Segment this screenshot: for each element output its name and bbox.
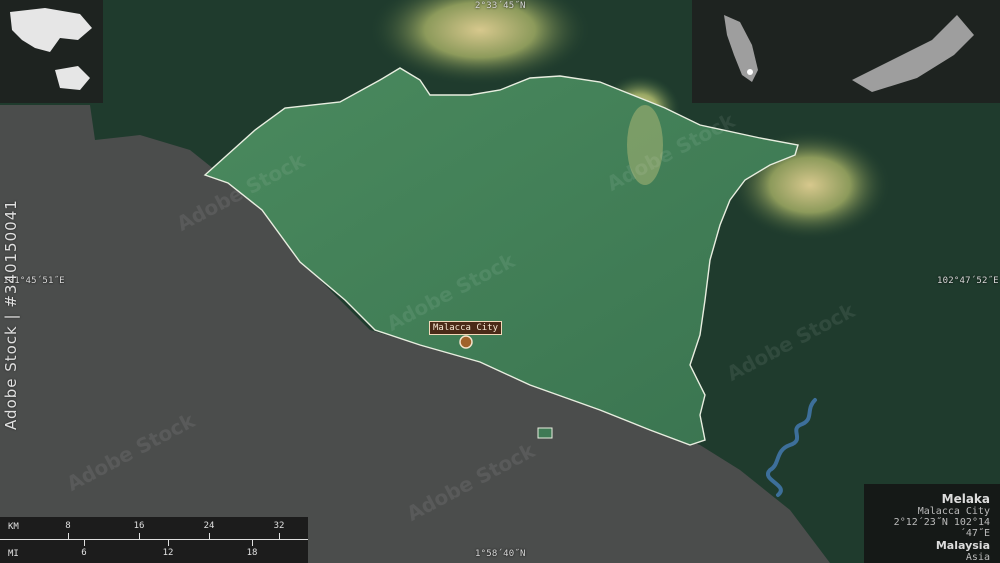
australia-silhouette — [55, 66, 90, 90]
info-country: Malaysia — [935, 539, 990, 552]
melaka-highlight — [747, 69, 753, 75]
info-continent: Asia — [965, 552, 990, 563]
malaysia-borneo — [852, 15, 974, 92]
scale-mi-tick: 18 — [246, 548, 258, 558]
scale-km-unit: KM — [8, 522, 19, 532]
coord-right: 102°47´52˝E — [937, 276, 999, 286]
scale-mi-tick: 6 — [81, 548, 87, 558]
world-locator-inset — [0, 0, 103, 103]
scale-mi-unit: MI — [8, 549, 19, 559]
info-region: Melaka — [941, 492, 990, 506]
scale-km-tick: 8 — [65, 521, 71, 531]
asia-silhouette — [10, 8, 92, 52]
city-marker — [459, 335, 473, 349]
island — [537, 427, 553, 439]
scale-km-tick: 16 — [133, 521, 145, 531]
coord-bottom: 1°58´40˝N — [475, 549, 526, 559]
scale-bar: KM MI 8 16 24 32 6 12 18 — [0, 517, 308, 563]
info-panel: Melaka Malacca City 2°12´23˝N 102°14´47˝… — [864, 484, 1000, 563]
city-label: Malacca City — [429, 321, 503, 335]
scale-mi-tick: 12 — [162, 548, 174, 558]
country-locator-inset — [692, 0, 1000, 103]
stock-watermark-vertical: Adobe Stock | #340150041 — [2, 199, 20, 430]
scale-km-tick: 24 — [203, 521, 215, 531]
info-capital: Malacca City — [917, 506, 990, 517]
scale-km-tick: 32 — [273, 521, 285, 531]
info-coordinates: 2°12´23˝N 102°14´47˝E — [893, 517, 990, 539]
coord-top: 2°33´45˝N — [475, 1, 526, 11]
